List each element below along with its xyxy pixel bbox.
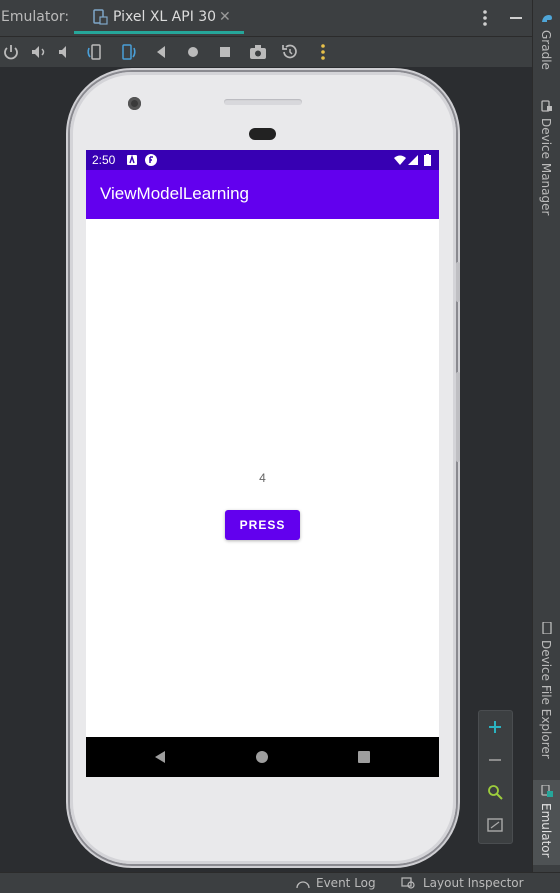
- sidebar-label-emulator: Emulator: [539, 803, 553, 858]
- device-file-explorer-icon: [542, 622, 552, 634]
- device-screen[interactable]: 2:50 ViewModelLearning 4 PRESS: [86, 150, 439, 777]
- sidebar-item-gradle[interactable]: Gradle: [533, 10, 560, 80]
- sidebar-label-device-manager: Device Manager: [539, 118, 553, 216]
- camera-icon: [128, 97, 141, 110]
- counter-text: 4: [259, 471, 266, 485]
- sidebar-label-gradle: Gradle: [539, 30, 553, 70]
- tab-pixel-xl-api-30[interactable]: Pixel XL API 30 ✕: [74, 0, 244, 34]
- home-icon[interactable]: [183, 42, 203, 62]
- event-log-button[interactable]: Event Log: [316, 876, 376, 890]
- layout-inspector-button[interactable]: Layout Inspector: [423, 876, 524, 890]
- nav-overview-icon[interactable]: [357, 750, 371, 764]
- speaker-grille: [224, 99, 302, 105]
- rotate-right-icon[interactable]: [118, 42, 138, 62]
- sidebar-item-emulator[interactable]: Emulator: [533, 780, 560, 865]
- emulator-tab-bar: Emulator: Pixel XL API 30 ✕: [0, 0, 532, 37]
- device-manager-icon: [541, 100, 552, 112]
- more-icon[interactable]: [313, 42, 333, 62]
- power-icon[interactable]: [1, 42, 21, 62]
- notification-f-icon: [145, 154, 157, 166]
- event-log-icon: [296, 881, 310, 889]
- app-title: ViewModelLearning: [100, 184, 250, 203]
- volume-button: [456, 372, 460, 462]
- app-bar: ViewModelLearning: [86, 170, 439, 219]
- rotate-left-icon[interactable]: [85, 42, 105, 62]
- notification-a-icon: [127, 154, 137, 165]
- volume-up-icon[interactable]: [29, 42, 49, 62]
- emulator-icon: [541, 785, 553, 797]
- sensor-pill: [249, 128, 276, 140]
- emulator-toolbar: [0, 37, 532, 67]
- snapshot-icon[interactable]: [280, 42, 300, 62]
- right-tool-sidebar: Gradle Device Manager Device File Explor…: [532, 0, 560, 872]
- side-button: [456, 262, 460, 302]
- emulator-label: Emulator:: [1, 9, 70, 25]
- more-vertical-icon[interactable]: [478, 8, 492, 28]
- battery-icon: [424, 154, 431, 166]
- zoom-controls: [478, 710, 513, 844]
- volume-down-icon[interactable]: [55, 42, 75, 62]
- back-icon[interactable]: [151, 42, 171, 62]
- zoom-fit-icon[interactable]: [487, 784, 503, 800]
- nav-back-icon[interactable]: [153, 750, 167, 764]
- signal-icon: [408, 155, 418, 165]
- device-icon: [93, 9, 108, 25]
- actual-size-icon[interactable]: [487, 817, 503, 833]
- sidebar-label-device-file-explorer: Device File Explorer: [539, 640, 553, 759]
- minimize-icon[interactable]: [508, 8, 524, 28]
- ide-status-bar: Event Log Layout Inspector: [0, 872, 560, 893]
- nav-home-icon[interactable]: [255, 750, 269, 764]
- screenshot-icon[interactable]: [248, 42, 268, 62]
- active-tab-indicator: [74, 31, 244, 34]
- sidebar-item-device-file-explorer[interactable]: Device File Explorer: [533, 620, 560, 765]
- android-status-bar: 2:50: [86, 150, 439, 170]
- close-icon[interactable]: ✕: [219, 9, 231, 25]
- sidebar-item-device-manager[interactable]: Device Manager: [533, 98, 560, 223]
- status-time: 2:50: [92, 153, 116, 167]
- zoom-in-icon[interactable]: [487, 719, 503, 735]
- tab-label: Pixel XL API 30: [113, 9, 217, 25]
- gradle-icon: [542, 15, 552, 22]
- android-nav-bar: [86, 737, 439, 777]
- press-button[interactable]: PRESS: [225, 510, 300, 540]
- zoom-out-icon[interactable]: [487, 752, 503, 768]
- wifi-icon: [394, 155, 406, 165]
- layout-inspector-icon: [401, 877, 415, 889]
- overview-icon[interactable]: [215, 42, 235, 62]
